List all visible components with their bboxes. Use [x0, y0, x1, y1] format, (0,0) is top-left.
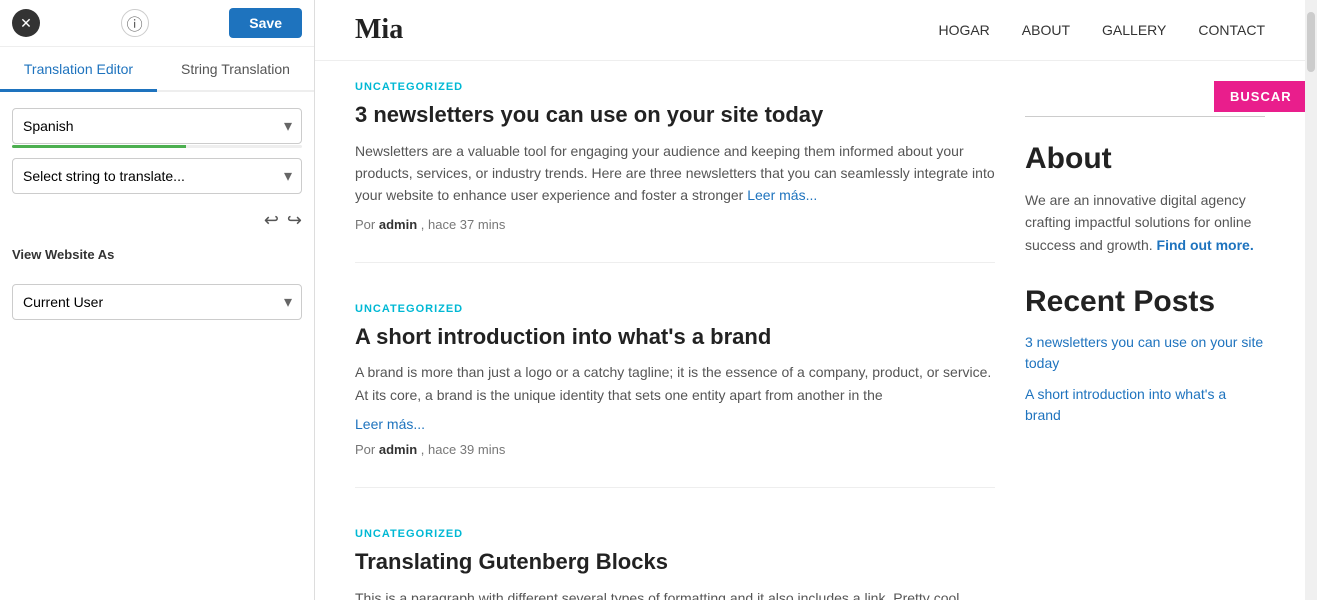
undo-redo-bar: ↩ ↪	[0, 204, 314, 237]
search-bar: BUSCAR	[1025, 81, 1265, 117]
post-meta: Por admin , hace 37 mins	[355, 217, 995, 232]
blog-layout: UNCATEGORIZED 3 newsletters you can use …	[315, 61, 1305, 600]
panel-top-bar: ✕ ⓘ Save	[0, 0, 314, 47]
search-button[interactable]: BUSCAR	[1214, 81, 1305, 112]
recent-posts-title: Recent Posts	[1025, 284, 1265, 320]
current-user-dropdown-wrapper: Current User Admin Guest	[12, 284, 302, 320]
site-navbar: Mia HOGAR ABOUT GALLERY CONTACT	[315, 0, 1305, 61]
nav-about[interactable]: ABOUT	[1022, 22, 1070, 38]
search-input[interactable]	[1025, 81, 1214, 112]
language-section: Spanish French German Italian Select str…	[0, 92, 314, 204]
language-dropdown-wrapper: Spanish French German Italian	[12, 108, 302, 144]
current-user-section: Current User Admin Guest	[0, 268, 314, 330]
post-category: UNCATEGORIZED	[355, 81, 995, 93]
post-category: UNCATEGORIZED	[355, 528, 995, 540]
about-widget: About We are an innovative digital agenc…	[1025, 141, 1265, 256]
tabs-row: Translation Editor String Translation	[0, 47, 314, 92]
save-button[interactable]: Save	[229, 8, 302, 38]
nav-links: HOGAR ABOUT GALLERY CONTACT	[938, 22, 1265, 38]
tab-translation-editor[interactable]: Translation Editor	[0, 47, 157, 92]
info-button[interactable]: ⓘ	[121, 9, 149, 37]
read-more-link-2[interactable]: Leer más...	[355, 416, 425, 432]
nav-contact[interactable]: CONTACT	[1198, 22, 1265, 38]
scrollbar[interactable]	[1305, 0, 1317, 600]
scrollbar-thumb	[1307, 12, 1315, 72]
recent-posts-list: 3 newsletters you can use on your site t…	[1025, 332, 1265, 426]
post-title: 3 newsletters you can use on your site t…	[355, 101, 995, 130]
redo-button[interactable]: ↪	[287, 210, 302, 231]
find-out-more-link[interactable]: Find out more.	[1157, 237, 1254, 253]
nav-hogar[interactable]: HOGAR	[938, 22, 989, 38]
recent-posts-widget: Recent Posts 3 newsletters you can use o…	[1025, 284, 1265, 426]
string-select[interactable]: Select string to translate...	[12, 158, 302, 194]
post-item: UNCATEGORIZED 3 newsletters you can use …	[355, 81, 995, 263]
post-item: UNCATEGORIZED Translating Gutenberg Bloc…	[355, 528, 995, 600]
language-select[interactable]: Spanish French German Italian	[12, 108, 302, 144]
site-logo: Mia	[355, 14, 403, 46]
read-more-link[interactable]: Leer más...	[747, 187, 817, 203]
post-author: admin	[379, 442, 417, 457]
view-website-label: View Website As	[0, 237, 314, 268]
post-title: Translating Gutenberg Blocks	[355, 548, 995, 577]
close-button[interactable]: ✕	[12, 9, 40, 37]
about-title: About	[1025, 141, 1265, 177]
recent-post-link[interactable]: A short introduction into what's a brand	[1025, 386, 1226, 423]
post-excerpt: A brand is more than just a logo or a ca…	[355, 361, 995, 406]
list-item: 3 newsletters you can use on your site t…	[1025, 332, 1265, 374]
string-select-wrapper: Select string to translate...	[12, 158, 302, 194]
tab-string-translation[interactable]: String Translation	[157, 47, 314, 90]
undo-button[interactable]: ↩	[264, 210, 279, 231]
current-user-select[interactable]: Current User Admin Guest	[12, 284, 302, 320]
post-excerpt: This is a paragraph with different sever…	[355, 587, 995, 600]
post-item: UNCATEGORIZED A short introduction into …	[355, 303, 995, 488]
blog-posts: UNCATEGORIZED 3 newsletters you can use …	[355, 81, 995, 600]
about-text: We are an innovative digital agency craf…	[1025, 189, 1265, 256]
language-progress-bar	[12, 145, 302, 148]
main-content: Mia HOGAR ABOUT GALLERY CONTACT UNCATEGO…	[315, 0, 1305, 600]
post-meta: Por admin , hace 39 mins	[355, 442, 995, 457]
left-panel: ✕ ⓘ Save Translation Editor String Trans…	[0, 0, 315, 600]
post-author: admin	[379, 217, 417, 232]
list-item: A short introduction into what's a brand	[1025, 384, 1265, 426]
post-category: UNCATEGORIZED	[355, 303, 995, 315]
recent-post-link[interactable]: 3 newsletters you can use on your site t…	[1025, 334, 1263, 371]
sidebar: BUSCAR About We are an innovative digita…	[1025, 81, 1265, 600]
post-title: A short introduction into what's a brand	[355, 323, 995, 352]
nav-gallery[interactable]: GALLERY	[1102, 22, 1166, 38]
post-excerpt: Newsletters are a valuable tool for enga…	[355, 140, 995, 207]
